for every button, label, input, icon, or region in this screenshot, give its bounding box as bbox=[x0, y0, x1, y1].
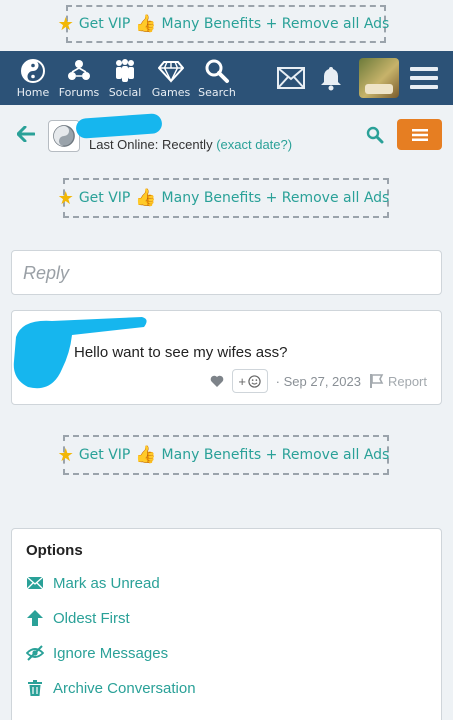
star-icon: ★ bbox=[57, 13, 74, 35]
nav-forums[interactable]: Forums bbox=[56, 58, 102, 99]
option-ignore-messages-label: Ignore Messages bbox=[53, 644, 169, 662]
options-panel: Options Mark as Unread Oldest First Igno… bbox=[11, 528, 442, 720]
option-archive-conversation-label: Archive Conversation bbox=[53, 679, 196, 697]
nav-social[interactable]: Social bbox=[102, 58, 148, 99]
message-card: Hello want to see my wifes ass? + · Sep … bbox=[11, 310, 442, 405]
eye-slash-icon bbox=[26, 645, 44, 661]
add-reaction-plus: + bbox=[238, 373, 246, 389]
option-mark-unread[interactable]: Mark as Unread bbox=[26, 574, 160, 592]
diamond-icon bbox=[158, 60, 184, 83]
star-icon: ★ bbox=[57, 444, 74, 466]
option-oldest-first[interactable]: Oldest First bbox=[26, 609, 130, 627]
nav-home-label: Home bbox=[16, 85, 50, 99]
thumbs-up-icon: 👍 bbox=[135, 188, 157, 208]
smiley-icon bbox=[248, 374, 261, 388]
option-archive-conversation[interactable]: Archive Conversation bbox=[26, 679, 196, 697]
add-reaction-button[interactable]: + bbox=[231, 369, 268, 393]
back-arrow-icon[interactable] bbox=[17, 126, 35, 142]
forums-icon bbox=[68, 59, 90, 80]
people-icon bbox=[116, 58, 134, 82]
vip-benefits-label: Many Benefits + Remove all Ads bbox=[161, 190, 390, 206]
vip-get-label: Get VIP bbox=[78, 16, 131, 32]
hamburger-menu-icon[interactable] bbox=[409, 65, 439, 91]
option-mark-unread-label: Mark as Unread bbox=[53, 574, 160, 592]
envelope-icon bbox=[26, 576, 44, 590]
vip-banner[interactable]: ★ Get VIP 👍 Many Benefits + Remove all A… bbox=[58, 178, 390, 218]
vip-get-label: Get VIP bbox=[78, 447, 131, 463]
report-label: Report bbox=[387, 373, 427, 389]
arrow-up-icon bbox=[27, 610, 43, 626]
search-icon bbox=[205, 59, 229, 83]
nav-games[interactable]: Games bbox=[148, 58, 194, 99]
flag-icon bbox=[369, 374, 384, 388]
options-title: Options bbox=[26, 542, 83, 559]
last-online-text: Last Online: Recently bbox=[89, 137, 213, 152]
vip-banner[interactable]: ★ Get VIP 👍 Many Benefits + Remove all A… bbox=[58, 435, 390, 475]
last-online-status: Last Online: Recently (exact date?) bbox=[89, 137, 292, 152]
vip-banner[interactable]: ★ Get VIP 👍 Many Benefits + Remove all A… bbox=[58, 5, 389, 43]
option-oldest-first-label: Oldest First bbox=[53, 609, 130, 627]
vip-benefits-label: Many Benefits + Remove all Ads bbox=[161, 16, 390, 32]
nav-social-label: Social bbox=[108, 85, 142, 99]
nav-search-label: Search bbox=[198, 85, 236, 99]
nav-games-label: Games bbox=[151, 85, 191, 99]
thumbs-up-icon: 👍 bbox=[135, 14, 157, 34]
user-avatar[interactable] bbox=[48, 120, 80, 152]
thumbs-up-icon: 👍 bbox=[135, 445, 157, 465]
yin-yang-icon bbox=[53, 125, 75, 147]
option-ignore-messages[interactable]: Ignore Messages bbox=[26, 644, 168, 662]
profile-avatar[interactable] bbox=[359, 58, 399, 98]
message-text: Hello want to see my wifes ass? bbox=[74, 344, 288, 361]
message-date: · Sep 27, 2023 bbox=[275, 373, 361, 389]
top-navbar: Home Forums Social Games Search bbox=[0, 51, 453, 105]
conversation-menu-button[interactable] bbox=[397, 119, 442, 150]
nav-right-group bbox=[277, 51, 453, 105]
nav-forums-label: Forums bbox=[58, 85, 100, 99]
search-icon[interactable] bbox=[366, 126, 384, 144]
exact-date-link[interactable]: (exact date?) bbox=[216, 137, 292, 152]
trash-icon bbox=[28, 680, 42, 696]
menu-icon bbox=[411, 128, 428, 141]
heart-icon[interactable] bbox=[210, 375, 224, 388]
conversation-header: Last Online: Recently (exact date?) bbox=[0, 113, 453, 166]
nav-search[interactable]: Search bbox=[194, 58, 240, 99]
yin-yang-icon bbox=[21, 58, 45, 83]
mail-icon[interactable] bbox=[277, 67, 305, 89]
vip-benefits-label: Many Benefits + Remove all Ads bbox=[161, 447, 390, 463]
star-icon: ★ bbox=[57, 187, 74, 209]
bell-icon[interactable] bbox=[317, 64, 345, 92]
nav-home[interactable]: Home bbox=[10, 58, 56, 99]
message-meta: + · Sep 27, 2023 Report bbox=[210, 369, 427, 393]
redacted-username bbox=[75, 113, 163, 139]
report-link[interactable]: Report bbox=[369, 373, 427, 389]
reply-input[interactable]: Reply bbox=[11, 250, 442, 295]
vip-get-label: Get VIP bbox=[78, 190, 131, 206]
